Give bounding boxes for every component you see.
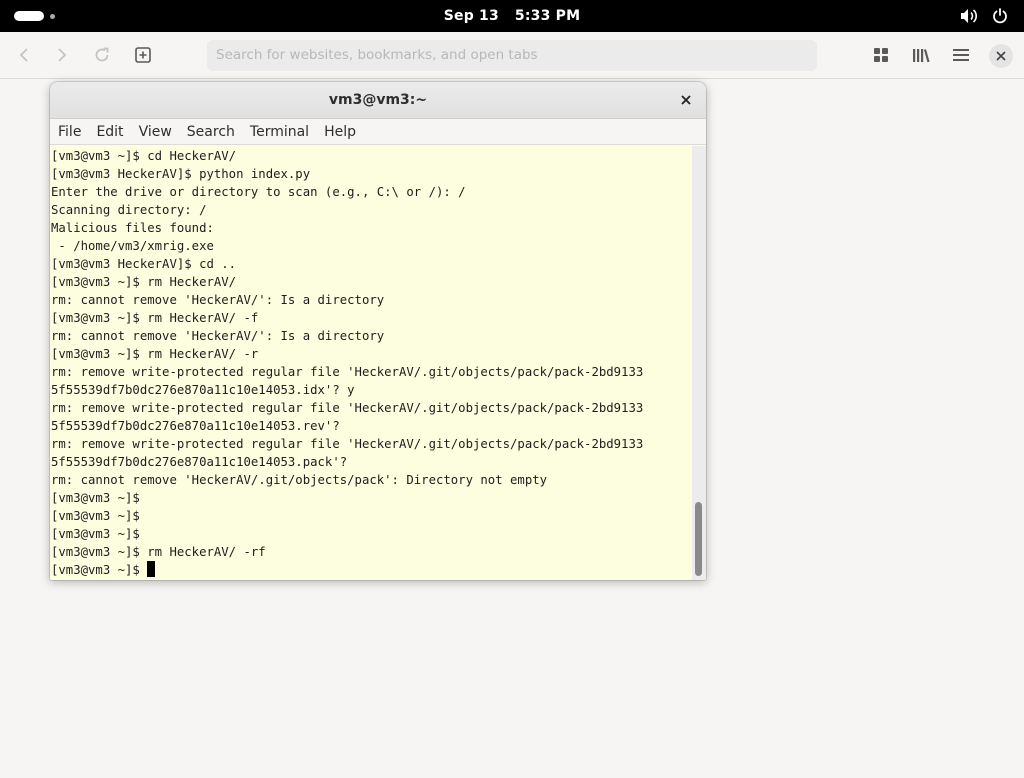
terminal-line: 5f55539df7b0dc276e870a11c10e14053.rev'? (51, 419, 340, 433)
address-bar-placeholder: Search for websites, bookmarks, and open… (216, 47, 538, 63)
system-status-area[interactable] (960, 7, 1008, 25)
clock-time: 5:33 PM (514, 8, 581, 24)
terminal-line: rm: cannot remove 'HeckerAV/.git/objects… (51, 473, 548, 487)
terminal-output[interactable]: [vm3@vm3 ~]$ cd HeckerAV/ [vm3@vm3 Hecker… (50, 146, 692, 580)
terminal-title: vm3@vm3:~ (328, 92, 428, 108)
terminal-close-button[interactable] (678, 92, 694, 108)
terminal-line: [vm3@vm3 ~]$ cd HeckerAV/ (51, 149, 237, 163)
terminal-line: [vm3@vm3 HeckerAV]$ python index.py (51, 167, 311, 181)
terminal-window: vm3@vm3:~ File Edit View Search Terminal… (50, 82, 706, 580)
menu-search[interactable]: Search (187, 124, 235, 140)
back-button[interactable] (12, 43, 36, 67)
terminal-line: [vm3@vm3 ~]$ rm HeckerAV/ (51, 275, 237, 289)
new-tab-button[interactable] (131, 43, 155, 67)
terminal-titlebar[interactable]: vm3@vm3:~ (50, 82, 706, 119)
browser-close-button[interactable] (989, 44, 1013, 68)
terminal-line: Enter the drive or directory to scan (e.… (51, 185, 466, 199)
terminal-line: - /home/vm3/xmrig.exe (51, 239, 214, 253)
terminal-line: Scanning directory: / (51, 203, 207, 217)
terminal-menubar: File Edit View Search Terminal Help (50, 119, 706, 145)
close-icon (996, 51, 1006, 61)
terminal-line: rm: remove write-protected regular file … (51, 437, 644, 451)
tab-overview-icon (874, 48, 888, 62)
terminal-line: 5f55539df7b0dc276e870a11c10e14053.idx'? … (51, 383, 355, 397)
volume-icon[interactable] (960, 8, 978, 24)
terminal-line: rm: remove write-protected regular file … (51, 365, 644, 379)
power-icon[interactable] (992, 8, 1008, 24)
terminal-line: [vm3@vm3 ~]$ rm HeckerAV/ -f (51, 311, 259, 325)
close-icon (681, 95, 691, 105)
terminal-scrollbar[interactable] (692, 146, 706, 580)
address-bar[interactable]: Search for websites, bookmarks, and open… (207, 40, 817, 71)
hamburger-menu-icon (953, 49, 969, 61)
terminal-line: Malicious files found: (51, 221, 214, 235)
new-tab-icon (135, 47, 151, 63)
clock[interactable]: Sep 13 5:33 PM (0, 0, 1024, 32)
menu-help[interactable]: Help (324, 124, 356, 140)
terminal-line: rm: remove write-protected regular file … (51, 401, 644, 415)
menu-edit[interactable]: Edit (96, 124, 123, 140)
forward-button[interactable] (50, 43, 74, 67)
main-menu-button[interactable] (949, 43, 973, 67)
terminal-cursor (147, 561, 156, 577)
menu-view[interactable]: View (139, 124, 172, 140)
library-button[interactable] (909, 43, 933, 67)
terminal-line: [vm3@vm3 ~]$ (51, 509, 140, 523)
system-top-bar: Sep 13 5:33 PM (0, 0, 1024, 32)
terminal-line: rm: cannot remove 'HeckerAV/': Is a dire… (51, 329, 385, 343)
terminal-line: [vm3@vm3 ~]$ (51, 491, 140, 505)
terminal-line: [vm3@vm3 HeckerAV]$ cd .. (51, 257, 237, 271)
menu-file[interactable]: File (58, 124, 81, 140)
terminal-line: [vm3@vm3 ~]$ rm HeckerAV/ -rf (51, 545, 266, 559)
terminal-line: 5f55539df7b0dc276e870a11c10e14053.pack'? (51, 455, 348, 469)
library-icon (913, 49, 930, 63)
menu-terminal[interactable]: Terminal (250, 124, 309, 140)
tab-overview-button[interactable] (869, 43, 893, 67)
terminal-line: [vm3@vm3 ~]$ (51, 561, 156, 579)
terminal-line: [vm3@vm3 ~]$ rm HeckerAV/ -r (51, 347, 259, 361)
forward-arrow-icon (58, 48, 67, 62)
scrollbar-thumb[interactable] (695, 502, 702, 576)
back-arrow-icon (19, 48, 28, 62)
terminal-line: [vm3@vm3 ~]$ (51, 527, 140, 541)
reload-button[interactable] (90, 43, 114, 67)
browser-toolbar: Search for websites, bookmarks, and open… (0, 32, 1024, 79)
clock-date: Sep 13 (443, 8, 499, 24)
reload-icon (95, 47, 109, 62)
terminal-line: rm: cannot remove 'HeckerAV/': Is a dire… (51, 293, 385, 307)
